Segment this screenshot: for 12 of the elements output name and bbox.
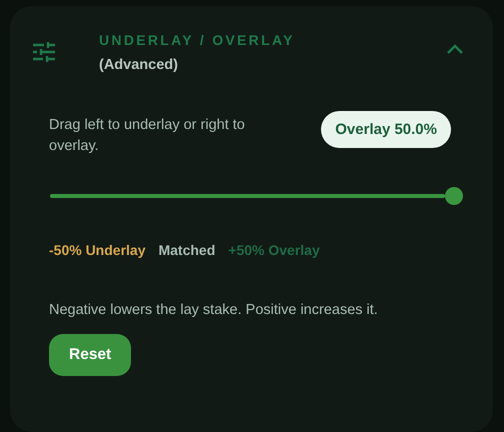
slider-thumb[interactable] xyxy=(445,187,463,205)
reset-button[interactable]: Reset xyxy=(49,334,132,376)
description: Drag left to underlay or right to overlay. xyxy=(49,116,246,156)
sliders-icon xyxy=(32,40,56,64)
panel-title: UNDERLAY / OVERLAY xyxy=(99,32,296,48)
value-pill: Overlay 50.0% xyxy=(321,111,451,148)
panel-subtitle: (Advanced) xyxy=(99,57,179,73)
legend-label: -50% Underlay xyxy=(49,242,146,258)
hint-text: Negative lowers the lay stake. Positive increases it. xyxy=(49,302,379,318)
legend-label: Matched xyxy=(158,242,216,258)
chevron-up-icon[interactable] xyxy=(447,44,463,54)
legend-label: +50% Overlay xyxy=(228,242,320,258)
